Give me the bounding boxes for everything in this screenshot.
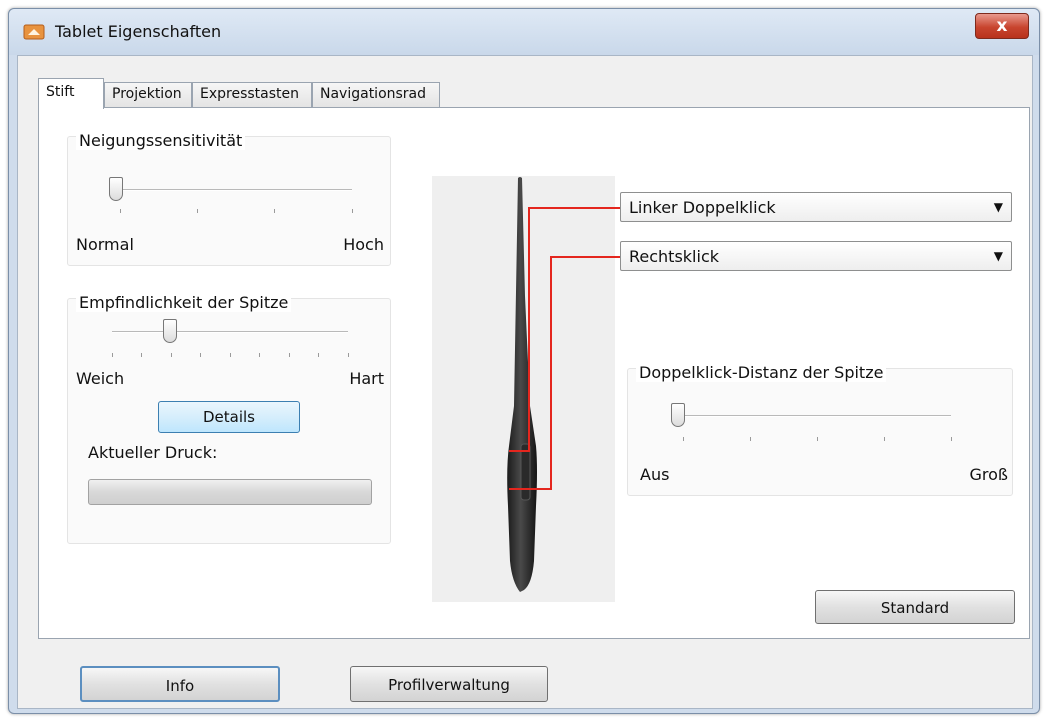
client-area: Stift Projektion Expresstasten Navigatio… — [17, 55, 1033, 709]
tilt-slider-thumb[interactable] — [109, 177, 123, 201]
double-click-tick — [750, 437, 751, 441]
upper-button-line-vertical — [528, 207, 530, 451]
tip-tick — [141, 353, 142, 357]
current-pressure-bar — [88, 479, 372, 505]
window-title: Tablet Eigenschaften — [55, 22, 222, 41]
double-click-distance-group: Doppelklick-Distanz der Spitze Aus Groß — [627, 363, 1013, 496]
tab-projektion[interactable]: Projektion — [104, 82, 192, 108]
upper-button-select[interactable]: Linker Doppelklick ▼ — [620, 192, 1012, 222]
tilt-slider-track[interactable] — [120, 189, 352, 191]
tip-slider-thumb[interactable] — [162, 319, 177, 343]
tip-tick — [318, 353, 319, 357]
tab-stift[interactable]: Stift — [38, 78, 104, 109]
tip-tick — [112, 353, 113, 357]
tilt-sensitivity-title: Neigungssensitivität — [76, 131, 246, 150]
upper-button-line-bottom — [509, 450, 530, 452]
lower-button-line-bottom — [509, 488, 552, 490]
double-click-tick — [951, 437, 952, 441]
tab-expresstasten[interactable]: Expresstasten — [192, 82, 312, 108]
double-click-slider-track[interactable] — [683, 415, 951, 417]
tip-tick — [171, 353, 172, 357]
chevron-down-icon: ▼ — [993, 249, 1003, 263]
upper-button-line-top — [528, 207, 620, 209]
profile-management-button[interactable]: Profilverwaltung — [350, 666, 548, 702]
tip-max-label: Hart — [349, 369, 384, 388]
double-click-min-label: Aus — [640, 465, 670, 484]
lower-button-select[interactable]: Rechtsklick ▼ — [620, 241, 1012, 271]
tip-min-label: Weich — [76, 369, 125, 388]
tip-tick — [230, 353, 231, 357]
tablet-app-icon — [23, 24, 45, 40]
tilt-tick — [197, 209, 198, 213]
tab-navigationsrad[interactable]: Navigationsrad — [312, 82, 440, 108]
current-pressure-label: Aktueller Druck: — [88, 443, 218, 462]
double-click-max-label: Groß — [969, 465, 1009, 484]
tilt-max-label: Hoch — [343, 235, 384, 254]
pen-illustration-area — [432, 176, 615, 602]
tilt-min-label: Normal — [76, 235, 134, 254]
title-bar[interactable]: Tablet Eigenschaften x — [9, 9, 1039, 55]
tip-tick — [259, 353, 260, 357]
double-click-tick — [884, 437, 885, 441]
details-button[interactable]: Details — [158, 401, 300, 433]
lower-button-value: Rechtsklick — [629, 247, 720, 266]
lower-button-line-vertical — [550, 256, 552, 490]
tip-slider-track[interactable] — [112, 331, 348, 333]
double-click-tick — [683, 437, 684, 441]
tip-sensitivity-group: Empfindlichkeit der Spitze Weich Hart De… — [67, 293, 391, 544]
chevron-down-icon: ▼ — [993, 200, 1003, 214]
upper-button-value: Linker Doppelklick — [629, 198, 776, 217]
close-button[interactable]: x — [975, 13, 1029, 39]
double-click-slider-thumb[interactable] — [671, 403, 685, 427]
tip-tick — [289, 353, 290, 357]
double-click-tick — [817, 437, 818, 441]
tip-sensitivity-title: Empfindlichkeit der Spitze — [76, 293, 292, 312]
stift-tab-panel: Neigungssensitivität Normal Hoch Empfind… — [38, 107, 1030, 639]
tilt-tick — [120, 209, 121, 213]
double-click-distance-title: Doppelklick-Distanz der Spitze — [636, 363, 887, 382]
tilt-tick — [274, 209, 275, 213]
tip-tick — [348, 353, 349, 357]
info-button[interactable]: Info — [80, 666, 280, 702]
lower-button-line-top — [550, 256, 620, 258]
tablet-properties-window: Tablet Eigenschaften x Stift Projektion … — [8, 8, 1040, 714]
tip-tick — [200, 353, 201, 357]
pen-illustration — [507, 177, 537, 592]
tilt-sensitivity-group: Neigungssensitivität Normal Hoch — [67, 131, 391, 266]
tilt-tick — [352, 209, 353, 213]
standard-button[interactable]: Standard — [815, 590, 1015, 624]
